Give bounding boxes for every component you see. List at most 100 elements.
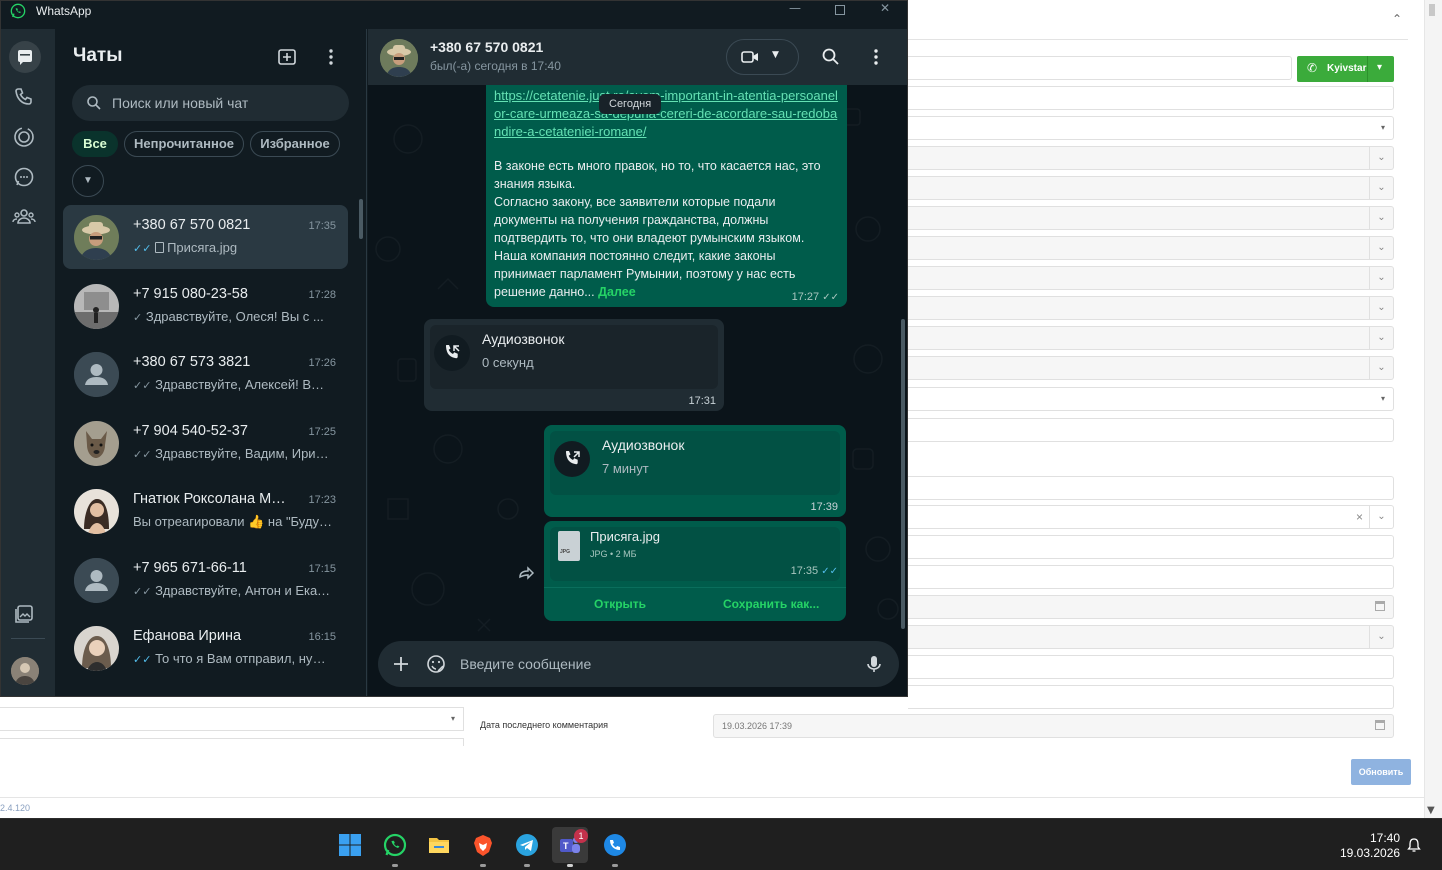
open-file-button[interactable]: Открыть bbox=[594, 597, 646, 611]
last-comment-date-field[interactable] bbox=[713, 714, 1394, 738]
forward-icon[interactable] bbox=[516, 565, 536, 581]
chevron-down-icon: ⌄ bbox=[1369, 626, 1393, 648]
outgoing-text-message[interactable]: https://cetatenie.just.ro/avem-important… bbox=[486, 85, 847, 307]
status-icon[interactable] bbox=[12, 125, 36, 149]
chat-name: +7 915 080-23-58 bbox=[133, 286, 248, 302]
form-select[interactable]: ⌄ bbox=[908, 146, 1394, 170]
message-link[interactable]: https://cetatenie.just.ro/avem-important… bbox=[494, 87, 839, 141]
read-more-link[interactable]: Далее bbox=[598, 285, 636, 299]
contact-name[interactable]: +380 67 570 0821 bbox=[430, 39, 543, 55]
search-input[interactable] bbox=[112, 93, 332, 113]
collapse-icon[interactable]: ⌃ bbox=[1392, 12, 1402, 26]
chat-preview-text: Присяга.jpg bbox=[167, 240, 238, 255]
crm-footer: 2.4.120 bbox=[0, 797, 1424, 818]
scroll-down-icon[interactable]: ▼ bbox=[1427, 805, 1435, 816]
minimize-icon[interactable]: — bbox=[789, 1, 801, 15]
form-select[interactable]: ⌄ bbox=[908, 296, 1394, 320]
media-icon[interactable] bbox=[12, 602, 36, 626]
menu-icon[interactable] bbox=[866, 47, 886, 67]
channels-icon[interactable] bbox=[12, 165, 36, 189]
video-call-button[interactable]: ▼ bbox=[726, 39, 799, 75]
left-form-field[interactable] bbox=[0, 738, 464, 746]
phone-field[interactable] bbox=[908, 56, 1292, 80]
more-filters-button[interactable]: ▼ bbox=[72, 165, 104, 197]
new-chat-icon[interactable] bbox=[277, 47, 297, 67]
form-select[interactable]: ⌄ bbox=[908, 356, 1394, 380]
form-select[interactable]: ⌄ bbox=[908, 266, 1394, 290]
search-icon[interactable] bbox=[821, 47, 841, 67]
menu-icon[interactable] bbox=[321, 47, 341, 67]
taskbar-clock[interactable]: 17:40 19.03.2026 bbox=[1340, 831, 1400, 861]
save-as-button[interactable]: Сохранить как... bbox=[723, 597, 819, 611]
read-ticks-icon: ✓✓ bbox=[133, 653, 152, 666]
communities-icon[interactable] bbox=[12, 204, 36, 228]
outgoing-call-message[interactable]: Аудиозвонок 7 минут 17:39 bbox=[544, 425, 846, 517]
chat-preview: ✓ Здравствуйте, Олеся! Вы с ... bbox=[133, 309, 333, 324]
calendar-icon[interactable] bbox=[1375, 601, 1385, 611]
filter-unread[interactable]: Непрочитанное bbox=[124, 131, 244, 157]
form-field[interactable] bbox=[908, 476, 1394, 500]
crm-form-header: ⌃ bbox=[908, 0, 1408, 40]
chevron-down-icon: ⌄ bbox=[1369, 237, 1393, 259]
form-field[interactable] bbox=[908, 535, 1394, 559]
whatsapp-icon[interactable] bbox=[377, 827, 413, 867]
attach-plus-icon[interactable] bbox=[391, 654, 411, 674]
page-scrollbar[interactable]: ▼ bbox=[1424, 0, 1442, 818]
telegram-icon[interactable] bbox=[509, 827, 545, 867]
calls-icon[interactable] bbox=[12, 85, 36, 109]
form-select[interactable]: ▾ bbox=[908, 116, 1394, 140]
conversation-header[interactable]: +380 67 570 0821 был(-а) сегодня в 17:40… bbox=[368, 29, 907, 85]
maximize-icon[interactable] bbox=[835, 5, 845, 15]
left-form-select[interactable]: ▾ bbox=[0, 707, 464, 731]
windows-start-icon[interactable] bbox=[332, 827, 368, 863]
conversation-scrollbar[interactable] bbox=[901, 319, 905, 629]
chats-icon[interactable] bbox=[9, 41, 41, 73]
teams-icon[interactable]: T 1 bbox=[552, 827, 588, 867]
chat-list-item[interactable]: +380 67 570 0821 17:35 ✓✓ Присяга.jpg bbox=[63, 205, 348, 269]
filter-all[interactable]: Все bbox=[72, 131, 118, 157]
emoji-sticker-icon[interactable] bbox=[426, 654, 446, 674]
kyivstar-call-button[interactable]: ✆ Kyivstar ▾ bbox=[1297, 56, 1394, 82]
chat-list-item[interactable]: +7 915 080-23-58 17:28 ✓ Здравствуйте, Оле… bbox=[63, 274, 348, 338]
microphone-icon[interactable] bbox=[864, 654, 884, 674]
clear-icon[interactable]: × bbox=[1356, 506, 1363, 528]
message-input[interactable] bbox=[460, 653, 840, 675]
avatar bbox=[74, 215, 119, 260]
update-button[interactable]: Обновить bbox=[1351, 759, 1411, 785]
notification-bell-icon[interactable] bbox=[1406, 837, 1422, 853]
form-select[interactable]: ⌄ bbox=[908, 176, 1394, 200]
form-select[interactable]: ⌄ bbox=[908, 326, 1394, 350]
profile-avatar[interactable] bbox=[11, 657, 39, 685]
brave-icon[interactable] bbox=[465, 827, 501, 867]
chat-preview-text: То что я Вам отправил, нужн... bbox=[155, 651, 333, 666]
chat-list-item[interactable]: +380 67 573 3821 17:26 ✓✓ Здравствуйте, Ал… bbox=[63, 342, 348, 406]
form-select[interactable]: ⌄ bbox=[908, 206, 1394, 230]
chat-list-item[interactable]: Гнатюк Роксолана Мих... 17:23 Вы отреагиро… bbox=[63, 479, 348, 543]
form-field[interactable] bbox=[908, 418, 1394, 442]
form-select[interactable]: ⌄ bbox=[908, 236, 1394, 260]
chat-list-item[interactable]: Ефанова Ирина 16:15 ✓✓ То что я Вам отправ… bbox=[63, 616, 348, 680]
contact-avatar[interactable] bbox=[380, 39, 418, 77]
chevron-down-icon[interactable]: ▾ bbox=[1377, 62, 1382, 73]
phone-app-icon[interactable] bbox=[597, 827, 633, 867]
close-icon[interactable]: ✕ bbox=[880, 1, 890, 15]
chat-list-item[interactable]: +7 904 540-52-37 17:25 ✓✓ Здравствуйте, Ва… bbox=[63, 411, 348, 475]
chat-list-scrollbar[interactable] bbox=[359, 199, 363, 239]
file-explorer-icon[interactable] bbox=[421, 827, 457, 863]
date-field[interactable] bbox=[908, 595, 1394, 619]
form-field[interactable] bbox=[908, 565, 1394, 589]
outgoing-file-message[interactable]: JPG Присяга.jpg JPG • 2 МБ 17:35 ✓✓ Откр… bbox=[544, 521, 846, 621]
form-select[interactable]: ⌄ bbox=[908, 625, 1394, 649]
caret-icon: ▾ bbox=[1380, 123, 1385, 132]
search-box[interactable] bbox=[72, 85, 349, 121]
form-select[interactable]: × ⌄ bbox=[908, 505, 1394, 529]
chat-preview: ✓✓ Здравствуйте, Антон и Екате... bbox=[133, 583, 333, 598]
form-field[interactable] bbox=[908, 86, 1394, 110]
form-select[interactable]: ▾ bbox=[908, 387, 1394, 411]
calendar-icon[interactable] bbox=[1375, 720, 1385, 730]
incoming-call-message[interactable]: Аудиозвонок 0 секунд 17:31 bbox=[424, 319, 724, 411]
chat-list-item[interactable]: +7 965 671-66-11 17:15 ✓✓ Здравствуйте, Ан… bbox=[63, 548, 348, 612]
form-field[interactable] bbox=[908, 655, 1394, 679]
last-comment-field[interactable] bbox=[908, 685, 1394, 709]
filter-favorites[interactable]: Избранное bbox=[250, 131, 340, 157]
